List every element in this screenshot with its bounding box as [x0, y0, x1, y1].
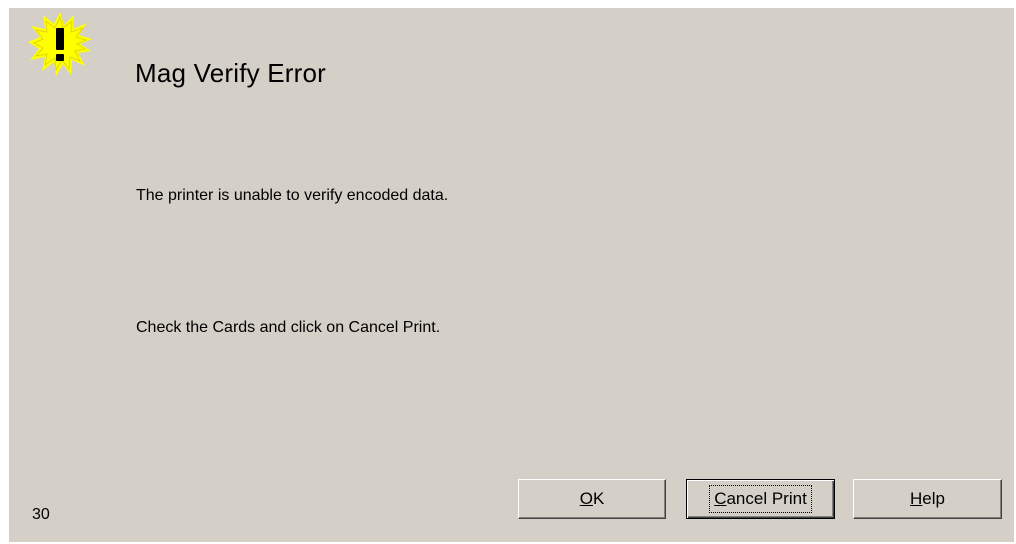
ok-button-label: OK [579, 489, 605, 508]
countdown-counter: 30 [32, 506, 50, 523]
ok-button[interactable]: OK [518, 479, 666, 519]
warning-starburst-icon [28, 12, 92, 76]
cancel-print-button[interactable]: Cancel Print [686, 479, 835, 519]
error-dialog: Mag Verify Error The printer is unable t… [9, 8, 1014, 542]
error-message: The printer is unable to verify encoded … [136, 187, 449, 204]
dialog-title: Mag Verify Error [135, 58, 327, 88]
cancel-print-button-label: Cancel Print [709, 485, 812, 513]
help-button[interactable]: Help [853, 479, 1002, 519]
instruction-message: Check the Cards and click on Cancel Prin… [136, 319, 441, 336]
help-button-label: Help [910, 489, 945, 508]
